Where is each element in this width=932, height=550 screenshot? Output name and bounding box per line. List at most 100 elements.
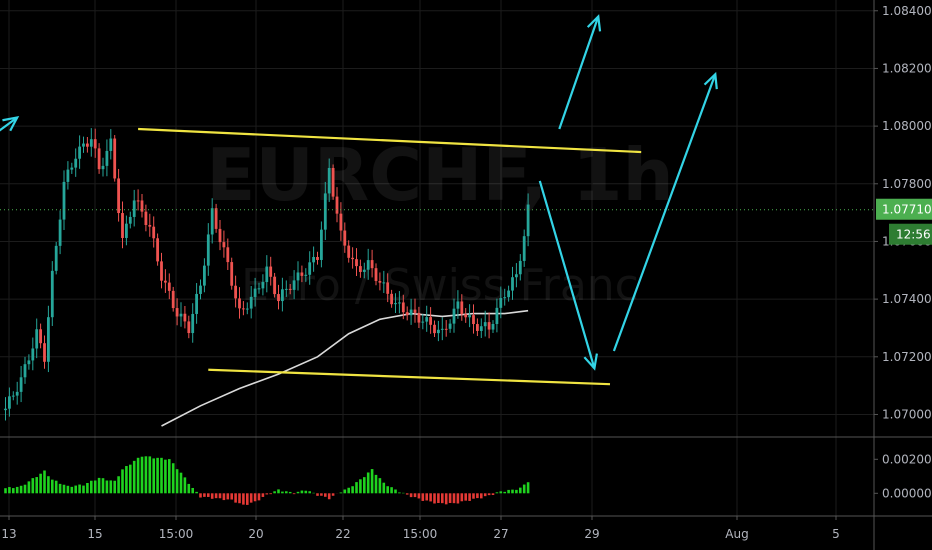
- candle-body: [11, 395, 15, 397]
- candle-body: [58, 219, 62, 246]
- time-axis-tick: 15:00: [403, 527, 438, 541]
- candle-body: [347, 245, 351, 258]
- candle-body: [440, 328, 444, 330]
- candle-body: [265, 266, 269, 283]
- candle-body: [464, 314, 468, 318]
- candle-body: [476, 324, 479, 331]
- candle-body: [499, 298, 503, 308]
- candle-body: [222, 242, 226, 248]
- time-axis-tick: 27: [493, 527, 508, 541]
- candle-body: [140, 200, 144, 212]
- candle-body: [425, 317, 429, 322]
- time-axis-tick: Aug: [725, 527, 748, 541]
- candle-body: [437, 329, 440, 334]
- oscillator-axis[interactable]: 0.00200 0.00000: [874, 452, 932, 500]
- candle-body: [413, 309, 417, 313]
- candle-body: [27, 360, 31, 365]
- candle-body: [187, 321, 191, 334]
- candle-body: [152, 226, 156, 239]
- candle-body: [171, 290, 175, 309]
- candle-body: [175, 308, 179, 317]
- candle-body: [296, 272, 300, 281]
- candle-body: [507, 290, 510, 298]
- candle-body: [214, 208, 218, 229]
- candle-body: [292, 280, 296, 290]
- candle-body: [277, 294, 280, 302]
- candle-body: [54, 245, 58, 271]
- candle-body: [398, 302, 401, 304]
- candle-body: [304, 274, 308, 276]
- time-axis-tick: 5: [832, 527, 840, 541]
- candle-body: [308, 262, 312, 275]
- candle-body: [269, 266, 273, 277]
- time-axis[interactable]: 13 15 15:00 20 22 15:00 27 29 Aug 5: [1, 516, 840, 541]
- candle-body: [78, 146, 81, 159]
- candle-body: [409, 309, 413, 316]
- osc-axis-tick: 0.00000: [882, 486, 932, 500]
- candle-body: [195, 293, 198, 314]
- candle-body: [343, 230, 347, 246]
- candle-body: [109, 138, 113, 151]
- candle-body: [4, 408, 7, 411]
- candle-body: [31, 348, 35, 361]
- price-axis-tick: 1.08400: [882, 4, 932, 18]
- candle-body: [448, 323, 452, 329]
- candle-body: [401, 302, 405, 313]
- candle-body: [331, 167, 335, 197]
- candle-body: [456, 301, 460, 309]
- time-axis-tick: 29: [584, 527, 599, 541]
- candle-body: [323, 193, 327, 230]
- candle-body: [468, 315, 471, 318]
- osc-axis-tick: 0.00200: [882, 452, 932, 466]
- watermark-symbol: EURCHF, 1h: [206, 133, 674, 217]
- grid-lines: [0, 0, 874, 516]
- candle-body: [335, 196, 339, 214]
- candle-body: [242, 308, 245, 310]
- candle-body: [113, 138, 117, 179]
- price-axis-tick: 1.07800: [882, 177, 932, 191]
- candle-body: [300, 272, 304, 276]
- candle-body: [495, 307, 499, 324]
- candle-body: [132, 200, 136, 217]
- candle-body: [483, 322, 487, 327]
- candle-body: [370, 260, 374, 269]
- candle-body: [273, 276, 276, 295]
- candle-body: [39, 329, 42, 344]
- candle-body: [515, 274, 518, 278]
- candle-body: [230, 262, 234, 286]
- time-axis-tick: 22: [335, 527, 350, 541]
- candle-body: [261, 282, 265, 289]
- candle-body: [405, 312, 409, 316]
- candle-body: [210, 208, 214, 235]
- candle-body: [382, 282, 386, 284]
- candle-body: [257, 288, 261, 290]
- candle-body: [70, 167, 74, 170]
- candle-body: [253, 288, 257, 297]
- candle-body: [160, 261, 163, 281]
- candle-body: [487, 322, 491, 330]
- candle-body: [234, 285, 237, 299]
- candle-body: [15, 391, 19, 396]
- candle-body: [281, 289, 284, 302]
- candle-body: [86, 143, 89, 147]
- candle-body: [62, 181, 66, 220]
- candle-body: [199, 285, 202, 294]
- time-axis-tick: 15: [87, 527, 102, 541]
- candle-body: [97, 148, 101, 170]
- candle-body: [284, 288, 288, 290]
- candle-body: [421, 321, 425, 323]
- countdown-label: 12:56: [896, 228, 931, 242]
- candle-body: [390, 293, 393, 305]
- candle-body: [378, 281, 382, 283]
- candle-body: [156, 238, 159, 262]
- candle-body: [249, 296, 253, 309]
- candle-body: [452, 308, 456, 324]
- last-price-label: 1.07710: [882, 203, 932, 217]
- eurchf-chart[interactable]: EURCHF, 1h Euro / Swiss Franc 1.08400 1.0…: [0, 0, 932, 550]
- candle-body: [47, 317, 50, 362]
- candle-body: [125, 223, 128, 238]
- candle-body: [35, 329, 39, 349]
- candle-body: [433, 324, 436, 334]
- time-axis-tick: 20: [248, 527, 263, 541]
- candle-body: [164, 280, 167, 283]
